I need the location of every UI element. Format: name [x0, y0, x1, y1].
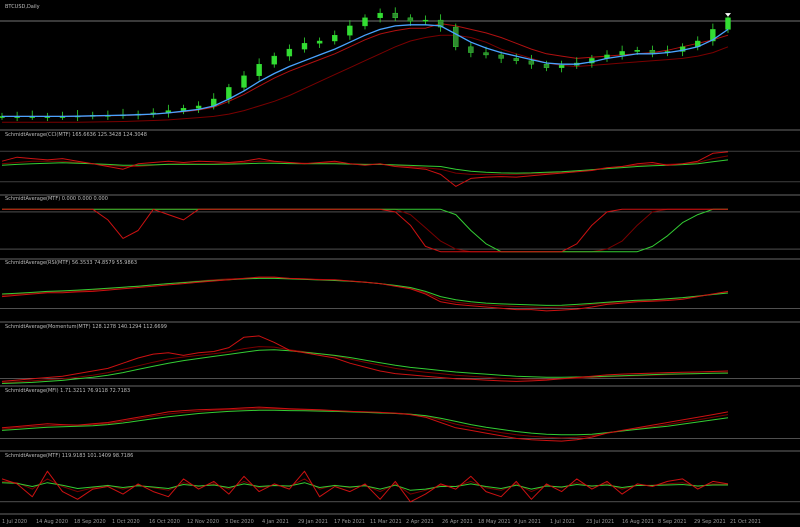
x-label: 1 Oct 2020 — [112, 519, 140, 525]
chart-root: BTCUSD,Daily SchmidtAverage(CCI(MTF) 165… — [0, 0, 800, 527]
x-label: 18 May 2021 — [478, 519, 511, 525]
x-axis-labels: 1 Jul 2020 14 Aug 2020 18 Sep 2020 1 Oct… — [2, 519, 761, 525]
candle-body — [256, 63, 262, 76]
x-label: 3 Dec 2020 — [225, 519, 254, 525]
x-label: 29 Sep 2021 — [694, 519, 726, 525]
x-label: 17 Feb 2021 — [334, 519, 365, 525]
pane-label-cci: SchmidtAverage(CCI(MTF) 165.6636 125.342… — [5, 132, 147, 138]
x-label: 11 Mar 2021 — [370, 519, 402, 525]
candle-body — [483, 52, 489, 56]
candle-body — [558, 65, 565, 68]
candle-body — [649, 50, 656, 53]
candle-body — [241, 75, 247, 88]
candle-body — [195, 105, 202, 109]
candle-body — [332, 35, 338, 42]
x-label: 8 Sep 2021 — [658, 519, 687, 525]
candle-body — [543, 63, 550, 68]
x-label: 16 Aug 2021 — [622, 519, 654, 525]
candle-body — [634, 50, 640, 52]
candle-body — [725, 17, 731, 30]
x-label: 21 Oct 2021 — [730, 519, 761, 525]
candle-body — [271, 55, 277, 65]
candle-body — [392, 12, 398, 18]
candle-body — [453, 26, 459, 47]
pane-label-p3: SchmidtAverage(RSI(MTF) 56.3533 74.8579 … — [5, 260, 137, 266]
candle-body — [347, 25, 353, 36]
candle-body — [377, 12, 383, 18]
pane-label-p4: SchmidtAverage(Momentum(MTF) 128.1278 14… — [5, 324, 167, 330]
x-label: 18 Sep 2020 — [74, 519, 106, 525]
candle-body — [362, 17, 368, 27]
pane-label-p5: SchmidtAverage(MFI) 1.71.3211 76.9118 72… — [5, 388, 130, 394]
x-label: 4 Jan 2021 — [262, 519, 289, 525]
candle-body — [301, 43, 308, 50]
x-label: 9 Jun 2021 — [514, 519, 541, 525]
candle-body — [226, 87, 232, 100]
x-label: 23 Jul 2021 — [586, 519, 614, 525]
candle-body — [286, 48, 293, 57]
x-label: 26 Apr 2021 — [442, 519, 473, 525]
pane-label-p6: SchmidtAverage(MTF) 119.9183 101.1409 98… — [5, 453, 133, 459]
candle-body — [498, 54, 504, 59]
pane-label-main: BTCUSD,Daily — [5, 4, 40, 10]
pane-label-p2: SchmidtAverage(MTF) 0.000 0.000 0.000 — [5, 196, 108, 202]
candle-body — [528, 60, 535, 65]
candle-body — [468, 46, 474, 53]
candle-body — [316, 40, 323, 44]
x-label: 1 Jul 2021 — [550, 519, 575, 525]
x-label: 2 Apr 2021 — [406, 519, 434, 525]
candle-body — [513, 58, 519, 61]
candle-body — [422, 19, 429, 22]
x-label: 29 Jan 2021 — [298, 519, 328, 525]
x-label: 12 Nov 2020 — [187, 519, 219, 525]
x-label: 16 Oct 2020 — [149, 519, 180, 525]
x-label: 14 Aug 2020 — [36, 519, 68, 525]
candle-body — [180, 108, 187, 111]
candle-body — [619, 51, 625, 56]
x-label: 1 Jul 2020 — [2, 519, 27, 525]
candle-body — [407, 17, 414, 22]
